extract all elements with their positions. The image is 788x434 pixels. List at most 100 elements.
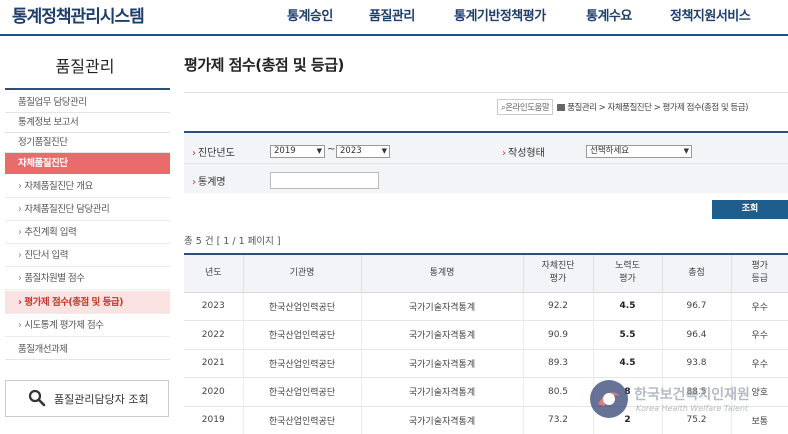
chevron-right-icon: › [18,204,22,215]
header-divider [0,34,788,36]
form-select[interactable]: 선택하세요 ▼ [586,145,692,158]
sidebar-category-self-diagnosis[interactable]: 자체품질진단 [5,153,170,174]
cell-stat: 국가기술자격통계 [360,406,523,434]
col-header-total: 총점 [661,254,731,293]
form-label-text: 작성형태 [508,148,545,159]
sidebar-item-label: 통계정보 보고서 [18,117,79,128]
cell-year: 2020 [184,377,243,407]
sidebar-item-label: 추진계획 입력 [24,227,77,238]
cell-grade: 우수 [730,349,788,378]
sidebar-item-eval-score[interactable]: › 평가제 점수(총점 및 등급) [5,291,170,314]
query-button[interactable]: 조회 [712,200,788,219]
cell-self-eval: 89.3 [522,349,593,378]
year-to-select[interactable]: 2023 ▼ [336,145,390,158]
chevron-right-icon: › [18,297,22,308]
cell-effort-eval: 4.5 [592,292,662,321]
sidebar-item-label: 품질개선과제 [18,344,68,355]
nav-item-approval[interactable]: 통계승인 [287,5,333,24]
chevron-right-icon: › [502,148,506,159]
col-header-grade: 평가 등급 [730,254,788,293]
table-header-row: 년도 기관명 통계명 자체진단 평가 노력도 평가 총점 평가 등급 [184,254,788,293]
cell-stat: 국가기술자격통계 [360,377,523,407]
filter-row-divider [184,163,788,164]
stat-name-label: › 통계명 [192,173,226,188]
sidebar-title: 품질관리 [55,57,115,76]
cell-stat: 국가기술자격통계 [360,320,523,350]
nav-item-demand[interactable]: 통계수요 [586,5,632,24]
watermark-korean: 한국보건복지인재원 [634,387,750,403]
cell-org: 한국산업인력공단 [242,406,361,434]
nav-item-support[interactable]: 정책지원서비스 [670,5,751,24]
staff-search-button[interactable]: 품질관리담당자 조회 [5,380,169,417]
cell-year: 2021 [184,349,243,378]
sidebar-item-improvement[interactable]: 품질개선과제 [5,340,170,360]
form-select-value: 선택하세요 [590,146,630,156]
table-row: 2023 한국산업인력공단 국가기술자격통계 92.2 4.5 96.7 우수 [184,292,788,321]
col-header-year: 년도 [184,254,243,293]
chevron-right-icon: › [18,320,22,331]
chevron-right-icon: › [192,148,196,159]
sidebar-item-manager[interactable]: › 자체품질진단 담당관리 [5,198,170,221]
chevron-right-icon: › [18,227,22,238]
cell-total: 96.7 [661,292,731,321]
search-icon [28,389,46,407]
chevron-down-icon: ▼ [683,147,689,155]
stat-name-input[interactable] [270,172,379,189]
watermark-english: Korea Health Welfare Talent [636,404,749,413]
sidebar-item-label: 평가제 점수(총점 및 등급) [24,297,123,308]
range-separator: ~ [327,144,336,155]
sidebar-item-regional-score[interactable]: › 시도통계 평가제 점수 [5,314,170,337]
cell-year: 2023 [184,292,243,321]
sidebar-item-label: 자체품질진단 담당관리 [24,204,110,215]
col-header-self-eval: 자체진단 평가 [522,254,593,293]
chevron-right-icon: › [18,181,22,192]
sidebar-item-plan[interactable]: › 추진계획 입력 [5,221,170,244]
cell-org: 한국산업인력공단 [242,349,361,378]
watermark: 한국보건복지인재원 Korea Health Welfare Talent [588,376,788,426]
cell-org: 한국산업인력공단 [242,377,361,407]
sidebar-item-label: 품질업무 담당관리 [18,97,87,108]
sidebar-item-label: 자체품질진단 개요 [24,181,93,192]
cell-grade: 우수 [730,320,788,350]
header: 통계정책관리시스템 통계승인 품질관리 통계기반정책평가 통계수요 정책지원서비… [0,0,788,34]
nav-item-quality[interactable]: 품질관리 [369,5,415,24]
chevron-down-icon: ▼ [381,147,387,155]
breadcrumb-path: 품질관리 > 자체품질진단 > 평가제 점수(총점 및 등급) [567,103,748,113]
result-count: 총 5 건 [ 1 / 1 페이지 ] [184,236,281,247]
year-from-select[interactable]: 2019 ▼ [270,145,325,158]
cell-total: 93.8 [661,349,731,378]
sidebar-item-report[interactable]: 통계정보 보고서 [5,113,170,133]
col-header-org: 기관명 [242,254,361,293]
cell-year: 2019 [184,406,243,434]
sidebar-item-regular-diagnosis[interactable]: 정기품질진단 [5,133,170,153]
chevron-right-icon: › [18,250,22,261]
table-row: 2021 한국산업인력공단 국가기술자격통계 89.3 4.5 93.8 우수 [184,349,788,378]
main-nav: 통계승인 품질관리 통계기반정책평가 통계수요 정책지원서비스 [0,5,788,25]
sidebar-title-divider [5,88,170,90]
online-help-label: 온라인도움말 [505,103,550,113]
filter-panel: › 진단년도 2019 ▼ ~ 2023 ▼ › 작성형태 선택하세요 ▼ › 통계명 [184,131,788,193]
table-row: 2022 한국산업인력공단 국가기술자격통계 90.9 5.5 96.4 우수 [184,320,788,350]
chevron-down-icon: ▼ [316,147,322,155]
col-header-stat: 통계명 [360,254,523,293]
sidebar-item-label: 시도통계 평가제 점수 [24,320,104,331]
staff-search-label: 품질관리담당자 조회 [54,393,149,406]
cell-effort-eval: 4.5 [592,349,662,378]
home-icon [557,104,566,111]
cell-org: 한국산업인력공단 [242,292,361,321]
chevron-right-icon: › [192,177,196,188]
cell-self-eval: 73.2 [522,406,593,434]
sidebar-item-label: 정기품질진단 [18,137,68,148]
sidebar-item-overview[interactable]: › 자체품질진단 개요 [5,175,170,198]
cell-stat: 국가기술자격통계 [360,292,523,321]
cell-org: 한국산업인력공단 [242,320,361,350]
sidebar-item-label: 자체품질진단 [18,158,68,169]
sidebar-item-staff[interactable]: 품질업무 담당관리 [5,93,170,113]
nav-item-policy-eval[interactable]: 통계기반정책평가 [454,5,546,24]
breadcrumb: ⌕온라인도움말 품질관리 > 자체품질진단 > 평가제 점수(총점 및 등급) [497,99,748,115]
stat-name-label-text: 통계명 [198,177,226,188]
form-label: › 작성형태 [502,144,545,159]
sidebar-item-diagnosis-input[interactable]: › 진단서 입력 [5,244,170,267]
online-help-button[interactable]: ⌕온라인도움말 [497,99,554,115]
sidebar-item-dimension-score[interactable]: › 품질차원별 점수 [5,267,170,290]
